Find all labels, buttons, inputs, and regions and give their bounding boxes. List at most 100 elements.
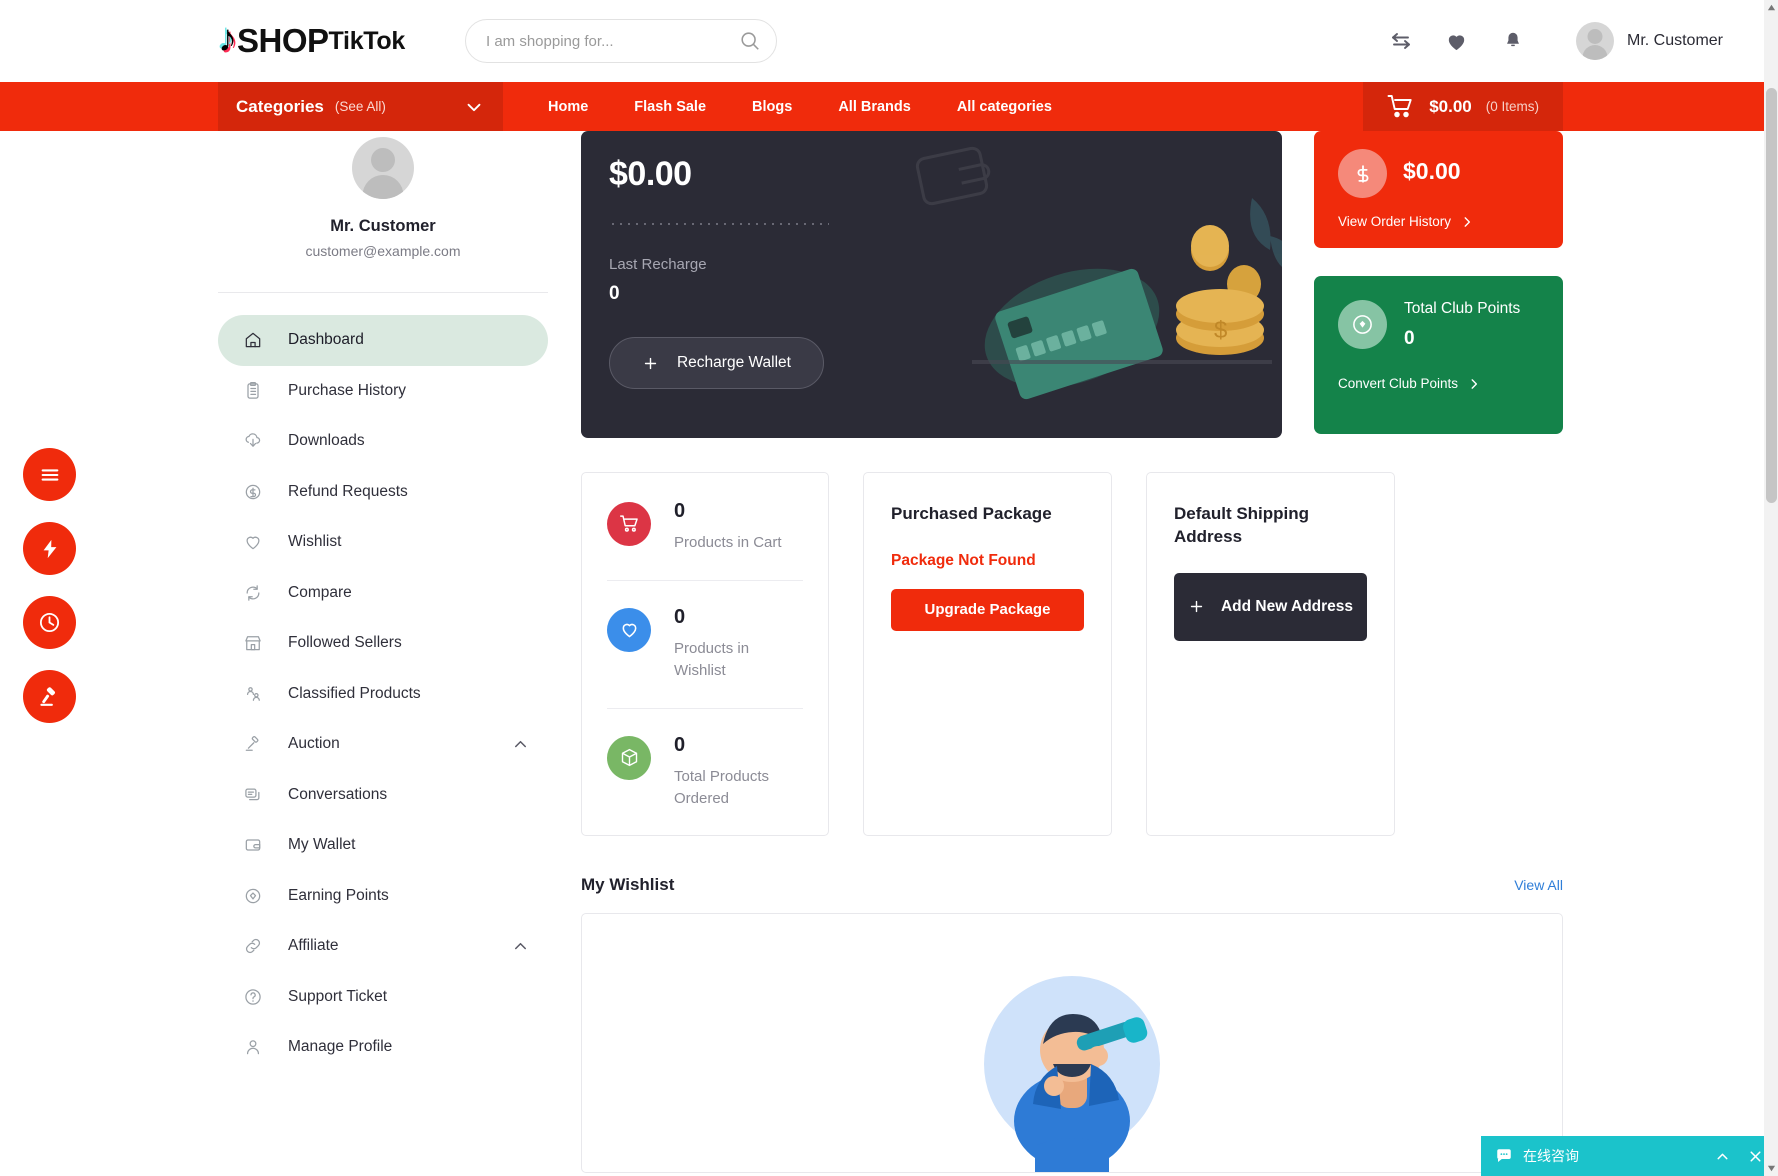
plus-icon <box>644 357 657 369</box>
wishlist-button[interactable] <box>1444 28 1470 54</box>
stat-label: Products in Cart <box>674 534 782 551</box>
dashboard-stats-row: 0 Products in Cart 0 Products in Wishlis… <box>581 472 1563 836</box>
wallet-card: $0.00 Last Recharge 0 Recharge Wallet $ <box>581 131 1282 438</box>
heart-icon <box>622 623 636 638</box>
store-icon <box>245 636 261 651</box>
nav-item-flash-sale[interactable]: Flash Sale <box>634 99 706 115</box>
club-points-title: Total Club Points <box>1404 300 1521 317</box>
sidebar-item-label: Downloads <box>288 432 365 450</box>
sidebar-item-my-wallet[interactable]: My Wallet <box>218 820 548 871</box>
chevron-up-toggle[interactable] <box>511 937 530 956</box>
wishlist-view-all-link[interactable]: View All <box>1514 877 1563 893</box>
refund-icon-wrap <box>243 482 263 502</box>
recharge-wallet-label: Recharge Wallet <box>676 354 791 371</box>
fab-recent-button[interactable] <box>23 596 76 649</box>
link-icon <box>245 939 261 954</box>
sidebar-item-label: Purchase History <box>288 381 407 399</box>
gavel-icon-wrap <box>243 734 263 754</box>
page-scrollbar[interactable] <box>1764 0 1778 1176</box>
page-body: Mr. Customer customer@example.com Dashbo… <box>0 131 1778 1173</box>
chevron-up-icon <box>514 942 527 949</box>
fab-auction-button[interactable] <box>23 670 76 723</box>
scroll-up-arrow[interactable] <box>1764 0 1778 15</box>
club-points-card: Total Club Points 0 Convert Club Points <box>1314 276 1563 434</box>
refund-icon <box>245 484 261 500</box>
close-icon <box>1750 1150 1761 1162</box>
upgrade-package-button[interactable]: Upgrade Package <box>891 588 1084 631</box>
package-status: Package Not Found <box>891 551 1036 569</box>
chat-bubble-icon <box>1497 1149 1511 1162</box>
sidebar-item-conversations[interactable]: Conversations <box>218 770 548 821</box>
chat-collapse-button[interactable] <box>1714 1148 1731 1165</box>
stat-value: 0 <box>674 500 686 522</box>
sidebar-item-downloads[interactable]: Downloads <box>218 416 548 467</box>
sidebar-item-label: Support Ticket <box>288 987 388 1005</box>
dashboard-top-row: $0.00 Last Recharge 0 Recharge Wallet $ … <box>581 131 1563 438</box>
chat-close-button[interactable] <box>1747 1148 1764 1165</box>
sidebar-item-wishlist[interactable]: Wishlist <box>218 517 548 568</box>
search-button[interactable] <box>737 28 763 54</box>
site-header: ♪ SHOP TikTok I am shopping for... Mr. C… <box>0 0 1778 82</box>
stat-value: 0 <box>674 733 686 756</box>
profile-email: customer@example.com <box>305 243 461 259</box>
sidebar-item-purchase-history[interactable]: Purchase History <box>218 366 548 417</box>
nav-item-home[interactable]: Home <box>548 99 588 115</box>
package-icon <box>621 748 637 767</box>
chevron-right-icon <box>1471 378 1478 389</box>
avatar <box>1575 22 1614 60</box>
site-logo[interactable]: ♪ SHOP TikTok <box>218 20 405 60</box>
scrollbar-thumb[interactable] <box>1766 88 1777 503</box>
sidebar-item-refund-requests[interactable]: Refund Requests <box>218 467 548 518</box>
stat-products-in-cart: 0 Products in Cart <box>607 500 803 580</box>
sidebar-item-manage-profile[interactable]: Manage Profile <box>218 1022 548 1073</box>
default-shipping-address-card: Default Shipping Address Add New Address <box>1146 472 1395 836</box>
cart-button[interactable]: $0.00 (0 Items) <box>1363 82 1563 131</box>
scroll-down-arrow[interactable] <box>1764 1161 1778 1176</box>
categories-dropdown[interactable]: Categories (See All) <box>218 82 503 131</box>
nav-item-all-brands[interactable]: All Brands <box>838 99 911 115</box>
sidebar-item-followed-sellers[interactable]: Followed Sellers <box>218 618 548 669</box>
online-chat-widget[interactable]: 在线咨询 <box>1481 1136 1778 1176</box>
menu-icon <box>41 468 58 481</box>
header-actions: Mr. Customer <box>1388 22 1778 60</box>
sidebar-item-earning-points[interactable]: Earning Points <box>218 871 548 922</box>
sidebar-item-affiliate[interactable]: Affiliate <box>218 921 548 972</box>
chat-widget-label: 在线咨询 <box>1523 1148 1579 1164</box>
support-icon <box>245 989 261 1005</box>
convert-club-points-link[interactable]: Convert Club Points <box>1338 376 1539 391</box>
fab-flash-sale-button[interactable] <box>23 522 76 575</box>
home-icon <box>245 332 261 348</box>
recharge-wallet-button[interactable]: Recharge Wallet <box>609 337 824 389</box>
sidebar-item-auction[interactable]: Auction <box>218 719 548 770</box>
wishlist-empty-state <box>581 912 1563 1173</box>
add-new-address-button[interactable]: Add New Address <box>1174 572 1367 641</box>
classified-icon-wrap <box>243 684 263 704</box>
fab-menu-button[interactable] <box>23 448 76 501</box>
chevron-up-toggle[interactable] <box>511 735 530 754</box>
compare-button[interactable] <box>1388 28 1414 54</box>
cart-badge <box>607 502 651 546</box>
sidebar-item-compare[interactable]: Compare <box>218 568 548 619</box>
sidebar-item-dashboard[interactable]: Dashboard <box>218 315 548 366</box>
compare-icon-wrap <box>243 583 263 603</box>
chevron-right-icon <box>1464 216 1471 227</box>
view-order-history-link[interactable]: View Order History <box>1338 214 1539 229</box>
stat-label: Total Products Ordered <box>674 767 770 808</box>
store-icon-wrap <box>243 633 263 653</box>
main-navbar: Categories (See All) Home Flash Sale Blo… <box>0 82 1778 131</box>
sidebar-item-classified-products[interactable]: Classified Products <box>218 669 548 720</box>
chevron-down-icon <box>463 96 485 118</box>
search-input[interactable] <box>465 19 777 63</box>
profile-icon <box>246 1040 260 1055</box>
dollar-icon <box>1357 164 1368 183</box>
user-menu[interactable]: Mr. Customer <box>1575 22 1723 60</box>
notifications-button[interactable] <box>1500 28 1526 54</box>
dashboard-right-column: $0.00 View Order History Total Club Poin… <box>1314 131 1563 438</box>
sidebar-item-support-ticket[interactable]: Support Ticket <box>218 972 548 1023</box>
clipboard-icon-wrap <box>243 381 263 401</box>
nav-item-blogs[interactable]: Blogs <box>752 99 792 115</box>
nav-item-all-categories[interactable]: All categories <box>957 99 1052 115</box>
clipboard-icon <box>247 381 259 399</box>
download-icon-wrap <box>243 431 263 451</box>
sidebar-profile: Mr. Customer customer@example.com <box>218 131 548 259</box>
